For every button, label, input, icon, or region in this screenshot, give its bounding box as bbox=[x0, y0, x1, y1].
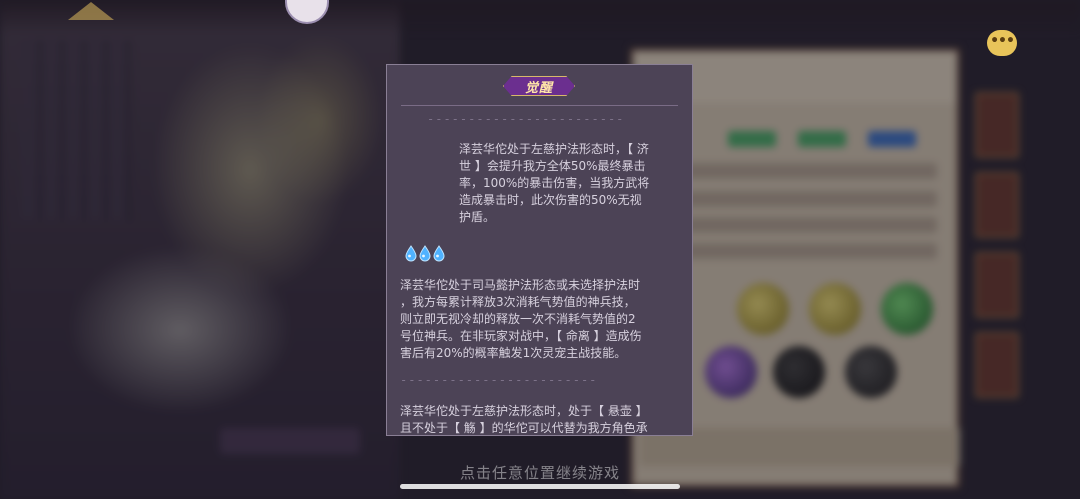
awakening-level-icons bbox=[405, 245, 445, 262]
title-badge: 觉醒 bbox=[503, 76, 575, 96]
description-line: ，我方每累计释放3次消耗气势值的神兵技， bbox=[400, 295, 636, 309]
blue-water-drop-icon bbox=[419, 245, 431, 262]
awakening-dialog: 觉醒 ------------------------ 泽芸华佗处于左慈护法形态… bbox=[386, 64, 693, 436]
dialog-title: 觉醒 bbox=[524, 80, 553, 96]
dialog-header: 觉醒 bbox=[387, 65, 692, 115]
tap-to-continue-hint[interactable]: 点击任意位置继续游戏 bbox=[440, 462, 640, 483]
description-line: 则立即无视冷却的释放一次不消耗气势值的2 bbox=[400, 312, 636, 326]
description-line: 护盾。 bbox=[459, 210, 496, 224]
description-line: 泽芸华佗处于司马懿护法形态或未选择护法时 bbox=[400, 278, 641, 292]
description-line: 世 】会提升我方全体50%最终暴击 bbox=[459, 159, 646, 173]
gold-ornament-icon bbox=[68, 2, 114, 20]
header-divider bbox=[401, 105, 678, 106]
blue-water-drop-icon bbox=[405, 245, 417, 262]
description-line: 号位神兵。在非玩家对战中，【 命离 】造成伤 bbox=[400, 329, 642, 343]
dashed-divider: ------------------------ bbox=[427, 112, 625, 126]
blue-water-drop-icon bbox=[433, 245, 445, 262]
chat-bubble-button[interactable]: ••• bbox=[987, 30, 1017, 56]
description-line: 泽芸华佗处于左慈护法形态时，处于【 悬壶 】 bbox=[400, 404, 648, 418]
ellipsis-icon: ••• bbox=[990, 33, 1015, 49]
description-line: 率，100%的暴击伤害，当我方武将 bbox=[459, 176, 650, 190]
description-line: 且不处于【 觞 】的华佗可以代替为我方角色承 bbox=[400, 421, 648, 435]
description-line: 害后有20%的概率触发1次灵宠主战技能。 bbox=[400, 346, 627, 360]
description-line: 造成暴击时，此次伤害的50%无视 bbox=[459, 193, 642, 207]
description-line: 泽芸华佗处于左慈护法形态时，【 济 bbox=[459, 142, 649, 156]
dashed-divider: ------------------------ bbox=[400, 373, 598, 387]
home-indicator-bar[interactable] bbox=[400, 484, 680, 489]
